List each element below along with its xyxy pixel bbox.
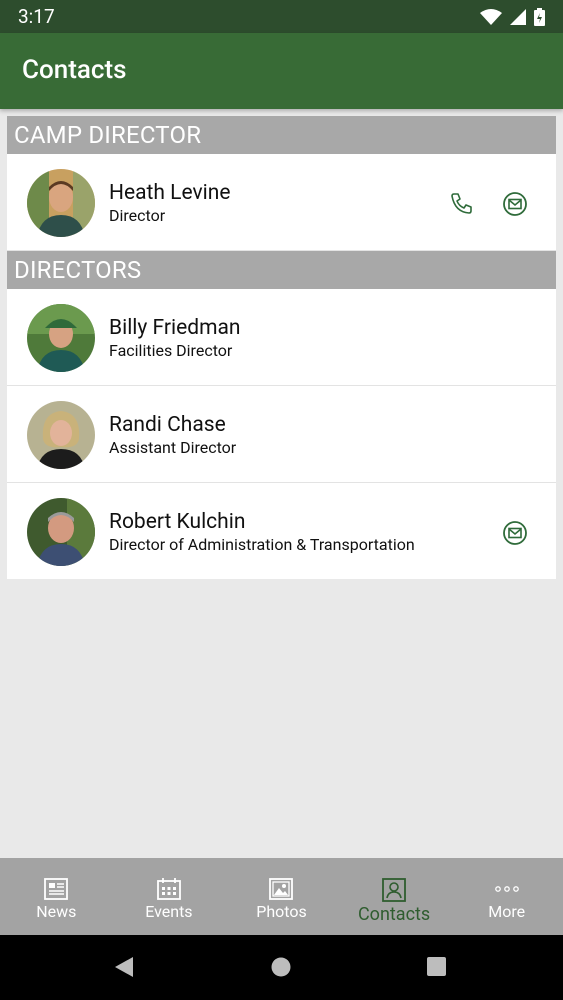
section-header-camp-director: CAMP DIRECTOR <box>7 116 556 154</box>
back-icon[interactable] <box>114 956 134 978</box>
nav-item-contacts[interactable]: Contacts <box>338 858 451 935</box>
contact-role: Director <box>109 206 166 225</box>
nav-label: More <box>488 902 526 921</box>
contacts-list: CAMP DIRECTOR Heath Levine Director DIRE… <box>7 116 556 579</box>
status-time: 3:17 <box>18 5 55 28</box>
nav-label: Photos <box>256 902 307 921</box>
news-icon <box>44 878 69 900</box>
home-icon[interactable] <box>271 957 291 977</box>
contact-row-randi-chase[interactable]: Randi Chase Assistant Director <box>7 386 556 483</box>
avatar <box>27 169 95 237</box>
battery-icon <box>534 7 545 26</box>
wifi-icon <box>480 8 502 25</box>
calendar-icon <box>156 878 181 900</box>
nav-label: Events <box>145 902 193 921</box>
nav-label: Contacts <box>357 904 431 925</box>
more-icon <box>494 886 519 892</box>
phone-icon[interactable] <box>447 190 475 218</box>
contact-role: Facilities Director <box>109 341 233 360</box>
contact-row-robert-kulchin[interactable]: Robert Kulchin Director of Administratio… <box>7 483 556 579</box>
contact-name: Robert Kulchin <box>109 510 246 534</box>
page-title: Contacts <box>22 55 127 85</box>
contact-row-heath-levine[interactable]: Heath Levine Director <box>7 154 556 251</box>
avatar <box>27 498 95 566</box>
contacts-icon <box>382 878 406 902</box>
email-icon[interactable] <box>501 190 529 218</box>
avatar <box>27 304 95 372</box>
signal-icon <box>510 8 526 25</box>
nav-label: News <box>36 902 77 921</box>
nav-item-news[interactable]: News <box>0 858 113 935</box>
section-header-directors: DIRECTORS <box>7 251 556 289</box>
system-nav-bar <box>0 935 563 1000</box>
photos-icon <box>269 878 294 900</box>
recents-icon[interactable] <box>427 957 446 976</box>
status-icons <box>480 7 545 26</box>
email-icon[interactable] <box>501 519 529 547</box>
contact-name: Randi Chase <box>109 413 226 437</box>
contact-row-billy-friedman[interactable]: Billy Friedman Facilities Director <box>7 289 556 386</box>
status-bar: 3:17 <box>0 0 563 33</box>
bottom-nav: News Events Photos Contacts More <box>0 858 563 935</box>
app-bar: Contacts <box>0 33 563 109</box>
avatar <box>27 401 95 469</box>
nav-item-photos[interactable]: Photos <box>225 858 338 935</box>
contact-name: Billy Friedman <box>109 316 241 340</box>
nav-item-more[interactable]: More <box>450 858 563 935</box>
nav-item-events[interactable]: Events <box>113 858 226 935</box>
contact-role: Assistant Director <box>109 438 237 457</box>
contact-name: Heath Levine <box>109 181 231 205</box>
contact-role: Director of Administration & Transportat… <box>109 535 415 554</box>
